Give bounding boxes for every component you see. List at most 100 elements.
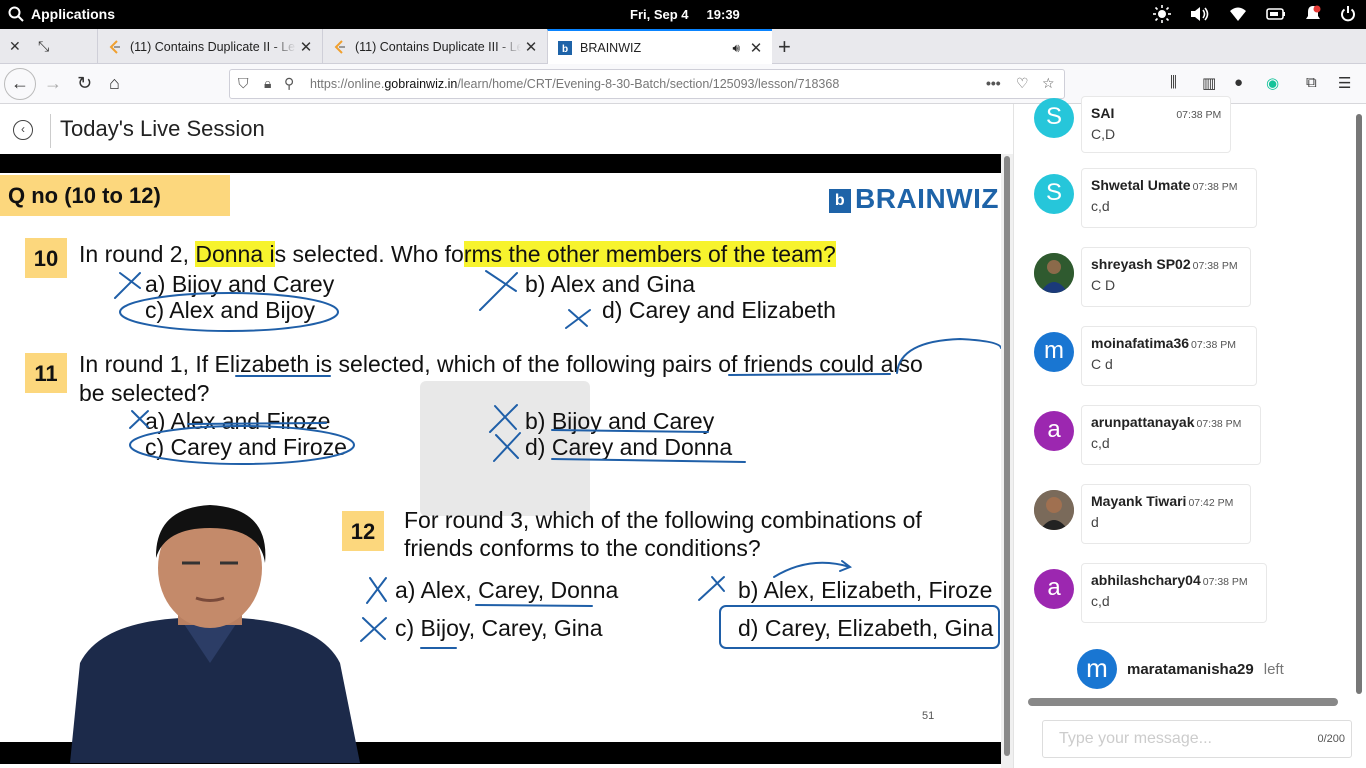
sidebar-icon[interactable]: ▥ <box>1202 74 1216 92</box>
page-actions-menu-icon[interactable]: ••• <box>986 75 1001 91</box>
search-icon <box>8 6 24 22</box>
message-text: d <box>1091 514 1099 530</box>
wifi-icon <box>1230 7 1246 21</box>
message-time: 07:38 PM <box>1176 109 1222 121</box>
option-text: d) Carey, Elizabeth, Gina <box>738 615 994 641</box>
left-status: left <box>1263 660 1284 678</box>
option-text: c) Carey and Firoze <box>145 434 347 460</box>
message-bubble: abhilashchary04 07:38 PM c,d <box>1081 563 1267 623</box>
tab-title: (11) Contains Duplicate III - Le <box>355 39 521 54</box>
applications-label: Applications <box>31 6 116 22</box>
leetcode-favicon-icon <box>109 39 120 54</box>
tab-brainwiz[interactable]: b BRAINWIZ 🔊︎ ✕ <box>547 29 772 65</box>
question-text: friends conforms to the conditions? <box>404 535 761 561</box>
shield-icon[interactable]: ⛉ <box>238 75 249 92</box>
home-icon[interactable]: ⌂ <box>109 73 120 94</box>
reload-icon[interactable]: ↻ <box>77 73 92 94</box>
message-time: 07:38 PM <box>1196 418 1242 430</box>
option-text: b) Bijoy and Carey <box>525 408 715 434</box>
message-bubble: SAI 07:38 PM C,D <box>1081 96 1231 153</box>
avatar: S <box>1034 98 1074 138</box>
account-icon[interactable]: ● <box>1234 74 1243 91</box>
message-text: C D <box>1091 277 1116 293</box>
user-photo-icon <box>1034 253 1074 293</box>
extensions-icon[interactable]: ⧉ <box>1306 74 1317 91</box>
chat-message-input[interactable] <box>1043 721 1303 757</box>
permissions-icon[interactable]: ⚲ <box>284 75 294 92</box>
notification-bell-icon <box>1306 5 1321 19</box>
message-text: c,d <box>1091 593 1110 609</box>
message-time: 07:38 PM <box>1202 576 1248 588</box>
user-left-notice: m maratamanisha29 left <box>1077 649 1284 689</box>
window-close-icon[interactable]: ✕ <box>9 38 21 55</box>
library-icon[interactable]: ⫼ <box>1170 74 1177 91</box>
back-arrow-icon[interactable]: ← <box>4 68 36 100</box>
avatar: m <box>1077 649 1117 689</box>
option-text: a) Alex, Carey, Donna <box>395 577 619 603</box>
clock-date: Fri, Sep 4 <box>630 7 689 22</box>
forward-arrow-icon[interactable]: → <box>44 73 62 94</box>
message-bubble: Mayank Tiwari 07:42 PM d <box>1081 484 1251 544</box>
presenter-video <box>70 505 360 763</box>
question-text: For round 3, which of the following comb… <box>404 507 922 533</box>
bookmark-star-icon[interactable]: ☆ <box>1042 75 1055 92</box>
sender-name: shreyash SP02 <box>1091 256 1191 272</box>
chat-horizontal-scrollbar[interactable] <box>1028 698 1338 706</box>
slide-header: Q no (10 to 12) <box>0 175 230 216</box>
avatar: a <box>1034 569 1074 609</box>
chat-scrollbar[interactable] <box>1356 114 1362 694</box>
tab-close-icon[interactable]: ✕ <box>746 39 766 57</box>
system-tray[interactable] <box>1153 5 1356 23</box>
brainwiz-favicon-icon: b <box>558 41 572 55</box>
char-counter: 0/200 <box>1317 733 1345 745</box>
live-video-player[interactable]: Q no (10 to 12) b BRAINWIZ 10 In round 2,… <box>0 154 1001 764</box>
option-text: d) Carey and Elizabeth <box>602 297 836 323</box>
applications-menu[interactable]: Applications <box>8 6 115 22</box>
message-bubble: arunpattanayak 07:38 PM c,d <box>1081 405 1261 465</box>
avatar: m <box>1034 332 1074 372</box>
page-scrollbar[interactable] <box>1001 154 1013 768</box>
message-time: 07:38 PM <box>1192 181 1238 193</box>
hamburger-menu-icon[interactable]: ☰ <box>1338 74 1351 92</box>
tab-contains-duplicate-iii[interactable]: (11) Contains Duplicate III - Le ✕ <box>322 29 547 64</box>
message-time: 07:38 PM <box>1192 260 1238 272</box>
message-text: C d <box>1091 356 1113 372</box>
clock-time: 19:39 <box>706 7 740 22</box>
system-top-bar: Applications Fri, Sep 4 19:39 <box>0 0 1366 29</box>
lecture-slide: Q no (10 to 12) b BRAINWIZ 10 In round 2,… <box>0 173 1001 763</box>
question-text: be selected? <box>79 380 210 406</box>
avatar <box>1034 490 1074 530</box>
tab-contains-duplicate-ii[interactable]: (11) Contains Duplicate II - Le ✕ <box>97 29 322 64</box>
back-circle-icon[interactable]: ‹ <box>13 120 33 140</box>
window-restore-icon[interactable]: ⤡ <box>38 38 49 55</box>
tab-close-icon[interactable]: ✕ <box>296 38 316 56</box>
option-text: d) Carey and Donna <box>525 434 733 460</box>
sender-name: abhilashchary04 <box>1091 572 1201 588</box>
message-time: 07:42 PM <box>1188 497 1234 509</box>
page-header: ‹ Today's Live Session <box>0 104 1013 154</box>
new-tab-plus-icon[interactable]: + <box>778 34 791 60</box>
brightness-icon <box>1153 5 1171 23</box>
message-text: C,D <box>1091 126 1116 142</box>
svg-text:b: b <box>562 44 568 55</box>
sender-name: Mayank Tiwari <box>1091 493 1187 509</box>
page-scrollbar-thumb[interactable] <box>1004 156 1010 756</box>
tab-audio-playing-icon[interactable]: 🔊︎ <box>732 41 740 56</box>
leetcode-favicon-icon <box>334 39 345 54</box>
left-user-name: maratamanisha29 <box>1127 660 1254 678</box>
tab-title: BRAINWIZ <box>580 41 642 55</box>
avatar: S <box>1034 174 1074 214</box>
option-text: c) Bijoy, Carey, Gina <box>395 615 603 641</box>
grammarly-icon[interactable]: ◉ <box>1266 74 1279 92</box>
message-time: 07:38 PM <box>1191 339 1236 351</box>
message-text: c,d <box>1091 198 1110 214</box>
clock[interactable]: Fri, Sep 4 19:39 <box>630 7 740 22</box>
brainwiz-logo-icon: b <box>829 189 851 213</box>
address-bar[interactable]: ⛉ 🔒︎ ⚲ https://online.gobrainwiz.in/lear… <box>229 69 1065 99</box>
lock-icon[interactable]: 🔒︎ <box>264 75 271 92</box>
page-title: Today's Live Session <box>60 116 265 141</box>
header-divider <box>50 114 51 148</box>
pocket-icon[interactable]: ♡ <box>1016 75 1029 92</box>
tab-close-icon[interactable]: ✕ <box>521 38 541 56</box>
url-text[interactable]: https://online.gobrainwiz.in/learn/home/… <box>310 77 839 91</box>
